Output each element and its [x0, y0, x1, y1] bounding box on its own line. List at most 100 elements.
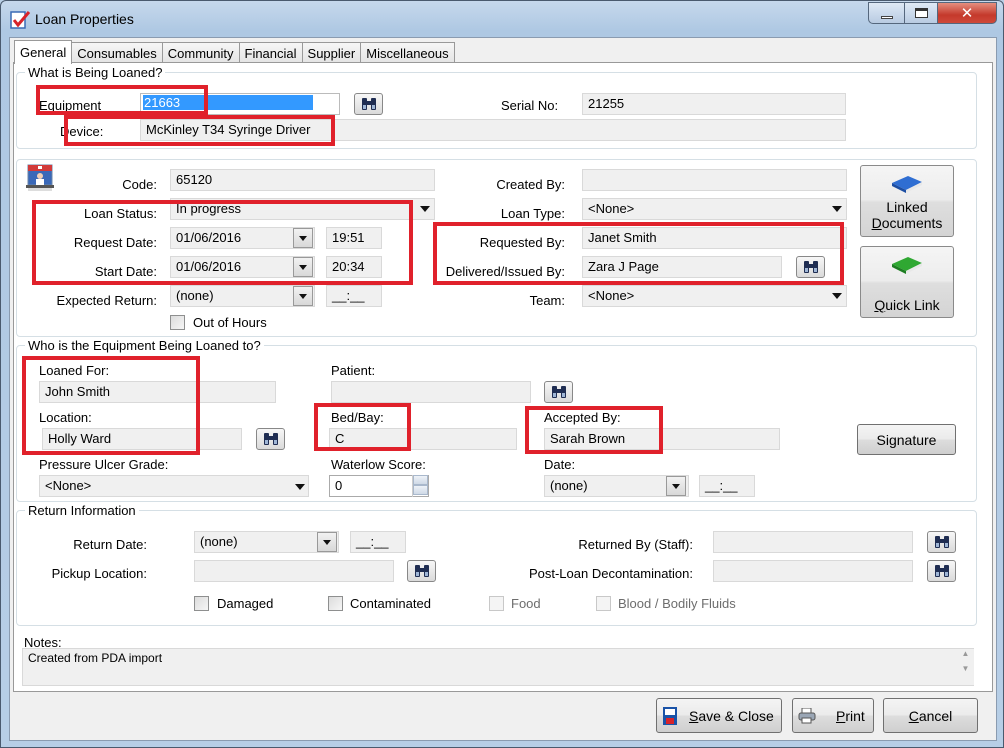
scroll-down-icon[interactable]: ▼ [957, 664, 974, 673]
mnemonic: C [908, 707, 919, 724]
decontamination-search-button[interactable] [927, 560, 956, 582]
patient-search-button[interactable] [544, 381, 573, 403]
bed-bay-label: Bed/Bay: [331, 410, 384, 425]
decontamination-label: Post-Loan Decontamination: [528, 566, 693, 581]
team-select[interactable]: <None> [582, 285, 847, 307]
out-of-hours-checkbox[interactable] [170, 315, 185, 330]
loan-status-select[interactable]: In progress [170, 198, 435, 220]
what-being-loaned-group: What is Being Loaned? Equipment 21663 Se… [16, 65, 977, 149]
group-title: What is Being Loaned? [25, 65, 166, 80]
linked-documents-label-line1: Linked [886, 199, 928, 215]
spin-up-icon[interactable] [413, 475, 428, 485]
binoculars-icon [803, 261, 818, 273]
return-time-input[interactable]: __:__ [350, 531, 406, 553]
waterlow-spinner[interactable] [412, 475, 428, 497]
equipment-search-button[interactable] [354, 93, 383, 115]
tab-community[interactable]: Community [161, 42, 240, 63]
pressure-ulcer-select[interactable]: <None> [39, 475, 309, 497]
returned-by-search-button[interactable] [927, 531, 956, 553]
team-label: Team: [529, 293, 565, 308]
binoculars-icon [551, 386, 566, 398]
loan-type-dropdown-icon[interactable] [832, 206, 842, 212]
request-date-label: Request Date: [73, 235, 157, 250]
contaminated-checkbox[interactable] [328, 596, 343, 611]
spin-down-icon[interactable] [413, 485, 428, 495]
delivered-by-search-button[interactable] [796, 256, 825, 278]
binoculars-icon [934, 536, 949, 548]
label-rest: ocuments [881, 215, 943, 231]
scroll-up-icon[interactable]: ▲ [957, 649, 974, 658]
team-dropdown-icon[interactable] [832, 293, 842, 299]
equipment-input[interactable]: 21663 [140, 93, 340, 115]
tab-supplier[interactable]: Supplier [301, 42, 362, 63]
returned-by-label: Returned By (Staff): [578, 537, 693, 552]
start-date-dropdown-button[interactable] [293, 257, 313, 277]
location-search-button[interactable] [256, 428, 285, 450]
contaminated-label: Contaminated [350, 596, 431, 611]
green-book-icon [892, 257, 922, 274]
print-button[interactable]: Print [792, 698, 874, 733]
tab-general[interactable]: General [14, 40, 73, 64]
equipment-selected-text: 21663 [143, 95, 313, 110]
loan-properties-window: Loan Properties ✕ General Consumables Co… [0, 0, 1004, 748]
loaned-for-label: Loaned For: [39, 363, 110, 378]
food-checkbox[interactable] [489, 596, 504, 611]
tab-miscellaneous[interactable]: Miscellaneous [360, 42, 455, 63]
printer-icon [798, 707, 816, 723]
tab-financial[interactable]: Financial [238, 42, 303, 63]
loan-type-select[interactable]: <None> [582, 198, 847, 220]
linked-documents-button[interactable]: Linked Documents [860, 165, 954, 237]
accepted-by-field: Sarah Brown [544, 428, 780, 450]
tab-consumables[interactable]: Consumables [71, 42, 163, 63]
pickup-location-search-button[interactable] [407, 560, 436, 582]
returned-by-field [713, 531, 913, 553]
loan-status-dropdown-icon[interactable] [420, 206, 430, 212]
title-bar[interactable]: Loan Properties ✕ [1, 1, 1003, 37]
expected-return-dropdown-button[interactable] [293, 286, 313, 306]
request-date-dropdown-button[interactable] [293, 228, 313, 248]
notes-textarea[interactable]: Created from PDA import [22, 648, 974, 686]
loaned-to-group: Who is the Equipment Being Loaned to? Lo… [16, 338, 977, 502]
pressure-ulcer-dropdown-icon[interactable] [295, 484, 305, 490]
pickup-location-label: Pickup Location: [51, 566, 147, 581]
print-label: Print [836, 708, 865, 724]
return-date-dropdown-button[interactable] [317, 532, 337, 552]
damaged-checkbox[interactable] [194, 596, 209, 611]
serial-no-label: Serial No: [501, 98, 559, 113]
request-time-input[interactable]: 19:51 [326, 227, 382, 249]
serial-no-field: 21255 [582, 93, 846, 115]
binoculars-icon [414, 565, 429, 577]
blue-book-icon [892, 176, 922, 193]
location-field: Holly Ward [42, 428, 242, 450]
quick-link-button[interactable]: Quick Link [860, 246, 954, 318]
blood-fluids-checkbox[interactable] [596, 596, 611, 611]
accepted-time-input[interactable]: __:__ [699, 475, 755, 497]
signature-button[interactable]: Signature [857, 424, 956, 455]
requested-by-field: Janet Smith [582, 227, 847, 249]
decontamination-field [713, 560, 913, 582]
start-time-input[interactable]: 20:34 [326, 256, 382, 278]
patient-field [331, 381, 531, 403]
pickup-location-field [194, 560, 394, 582]
notes-scrollbar[interactable]: ▲ ▼ [957, 649, 974, 685]
cancel-button[interactable]: Cancel [883, 698, 978, 733]
return-info-group: Return Information Return Date: (none) _… [16, 503, 977, 626]
accepted-date-dropdown-button[interactable] [666, 476, 686, 496]
save-close-button[interactable]: Save & Close [656, 698, 782, 733]
label-rest: ancel [918, 707, 953, 724]
damaged-label: Damaged [217, 596, 274, 611]
maximize-button[interactable] [904, 2, 937, 24]
close-button[interactable]: ✕ [937, 2, 997, 24]
bed-bay-field: C [329, 428, 517, 450]
device-field: McKinley T34 Syringe Driver [140, 119, 846, 141]
quick-link-label: Quick Link [861, 297, 953, 313]
minimize-icon [880, 15, 893, 19]
binoculars-icon [263, 433, 278, 445]
expected-return-time-input[interactable]: __:__ [326, 285, 382, 307]
save-close-label: Save & Close [689, 708, 774, 724]
pressure-ulcer-label: Pressure Ulcer Grade: [39, 457, 169, 472]
window-title: Loan Properties [35, 11, 134, 27]
minimize-button[interactable] [868, 2, 904, 24]
created-by-label: Created By: [496, 177, 565, 192]
blood-fluids-label: Blood / Bodily Fluids [618, 596, 736, 611]
